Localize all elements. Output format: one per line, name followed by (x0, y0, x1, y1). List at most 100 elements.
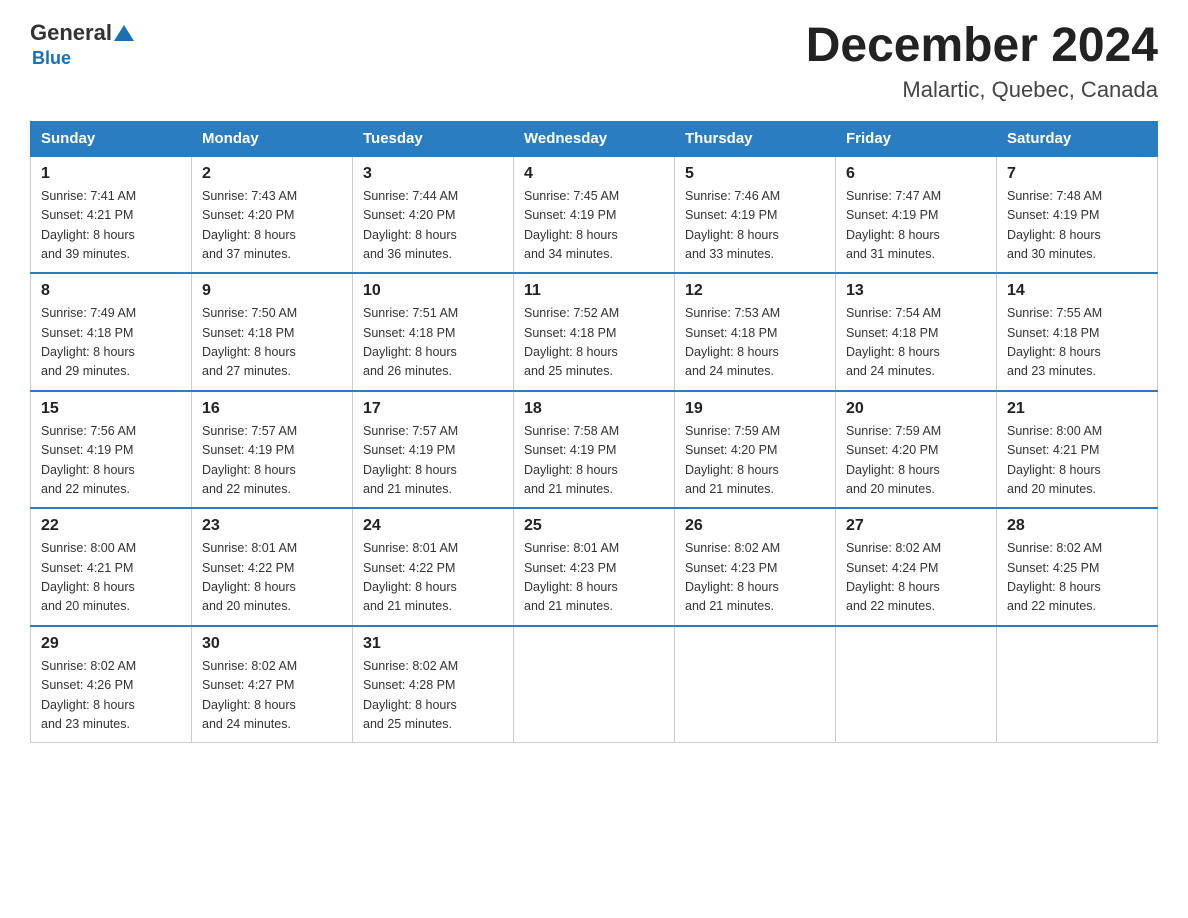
day-number: 23 (202, 517, 342, 535)
calendar-cell: 29 Sunrise: 8:02 AMSunset: 4:26 PMDaylig… (31, 626, 192, 743)
day-number: 28 (1007, 517, 1147, 535)
calendar-cell: 19 Sunrise: 7:59 AMSunset: 4:20 PMDaylig… (675, 391, 836, 509)
calendar-cell: 30 Sunrise: 8:02 AMSunset: 4:27 PMDaylig… (192, 626, 353, 743)
day-info: Sunrise: 7:59 AMSunset: 4:20 PMDaylight:… (846, 422, 986, 500)
day-number: 6 (846, 165, 986, 183)
calendar-cell: 25 Sunrise: 8:01 AMSunset: 4:23 PMDaylig… (514, 508, 675, 626)
calendar-cell: 18 Sunrise: 7:58 AMSunset: 4:19 PMDaylig… (514, 391, 675, 509)
day-number: 2 (202, 165, 342, 183)
calendar-cell: 15 Sunrise: 7:56 AMSunset: 4:19 PMDaylig… (31, 391, 192, 509)
day-info: Sunrise: 7:41 AMSunset: 4:21 PMDaylight:… (41, 187, 181, 265)
col-friday: Friday (836, 121, 997, 156)
day-number: 20 (846, 400, 986, 418)
day-info: Sunrise: 8:02 AMSunset: 4:28 PMDaylight:… (363, 657, 503, 735)
calendar-cell: 1 Sunrise: 7:41 AMSunset: 4:21 PMDayligh… (31, 156, 192, 274)
day-number: 14 (1007, 282, 1147, 300)
day-number: 19 (685, 400, 825, 418)
calendar-cell: 27 Sunrise: 8:02 AMSunset: 4:24 PMDaylig… (836, 508, 997, 626)
day-number: 18 (524, 400, 664, 418)
day-number: 8 (41, 282, 181, 300)
calendar-cell (675, 626, 836, 743)
logo-blue-text: Blue (32, 48, 71, 69)
location-subtitle: Malartic, Quebec, Canada (806, 77, 1158, 103)
col-saturday: Saturday (997, 121, 1158, 156)
col-thursday: Thursday (675, 121, 836, 156)
calendar-row-4: 22 Sunrise: 8:00 AMSunset: 4:21 PMDaylig… (31, 508, 1158, 626)
day-info: Sunrise: 7:50 AMSunset: 4:18 PMDaylight:… (202, 304, 342, 382)
calendar-cell: 17 Sunrise: 7:57 AMSunset: 4:19 PMDaylig… (353, 391, 514, 509)
calendar-row-3: 15 Sunrise: 7:56 AMSunset: 4:19 PMDaylig… (31, 391, 1158, 509)
calendar-cell: 5 Sunrise: 7:46 AMSunset: 4:19 PMDayligh… (675, 156, 836, 274)
col-monday: Monday (192, 121, 353, 156)
calendar-cell: 11 Sunrise: 7:52 AMSunset: 4:18 PMDaylig… (514, 273, 675, 391)
day-number: 11 (524, 282, 664, 300)
day-number: 1 (41, 165, 181, 183)
calendar-row-5: 29 Sunrise: 8:02 AMSunset: 4:26 PMDaylig… (31, 626, 1158, 743)
day-number: 5 (685, 165, 825, 183)
calendar-cell: 2 Sunrise: 7:43 AMSunset: 4:20 PMDayligh… (192, 156, 353, 274)
day-number: 31 (363, 635, 503, 653)
logo: General Blue (30, 20, 136, 69)
day-info: Sunrise: 7:49 AMSunset: 4:18 PMDaylight:… (41, 304, 181, 382)
day-info: Sunrise: 8:02 AMSunset: 4:27 PMDaylight:… (202, 657, 342, 735)
day-info: Sunrise: 7:57 AMSunset: 4:19 PMDaylight:… (202, 422, 342, 500)
day-info: Sunrise: 8:02 AMSunset: 4:26 PMDaylight:… (41, 657, 181, 735)
day-number: 10 (363, 282, 503, 300)
day-info: Sunrise: 7:56 AMSunset: 4:19 PMDaylight:… (41, 422, 181, 500)
day-number: 29 (41, 635, 181, 653)
day-info: Sunrise: 7:59 AMSunset: 4:20 PMDaylight:… (685, 422, 825, 500)
day-info: Sunrise: 8:02 AMSunset: 4:24 PMDaylight:… (846, 539, 986, 617)
calendar-cell (836, 626, 997, 743)
calendar-cell: 26 Sunrise: 8:02 AMSunset: 4:23 PMDaylig… (675, 508, 836, 626)
calendar-cell: 23 Sunrise: 8:01 AMSunset: 4:22 PMDaylig… (192, 508, 353, 626)
calendar-cell: 12 Sunrise: 7:53 AMSunset: 4:18 PMDaylig… (675, 273, 836, 391)
day-info: Sunrise: 7:54 AMSunset: 4:18 PMDaylight:… (846, 304, 986, 382)
day-info: Sunrise: 8:02 AMSunset: 4:23 PMDaylight:… (685, 539, 825, 617)
day-info: Sunrise: 7:46 AMSunset: 4:19 PMDaylight:… (685, 187, 825, 265)
day-info: Sunrise: 8:01 AMSunset: 4:23 PMDaylight:… (524, 539, 664, 617)
calendar-cell: 13 Sunrise: 7:54 AMSunset: 4:18 PMDaylig… (836, 273, 997, 391)
col-sunday: Sunday (31, 121, 192, 156)
day-number: 24 (363, 517, 503, 535)
day-number: 16 (202, 400, 342, 418)
header: General Blue December 2024 Malartic, Que… (30, 20, 1158, 103)
day-info: Sunrise: 7:51 AMSunset: 4:18 PMDaylight:… (363, 304, 503, 382)
day-number: 3 (363, 165, 503, 183)
day-number: 17 (363, 400, 503, 418)
calendar-cell: 4 Sunrise: 7:45 AMSunset: 4:19 PMDayligh… (514, 156, 675, 274)
day-info: Sunrise: 7:44 AMSunset: 4:20 PMDaylight:… (363, 187, 503, 265)
day-info: Sunrise: 7:48 AMSunset: 4:19 PMDaylight:… (1007, 187, 1147, 265)
day-info: Sunrise: 7:43 AMSunset: 4:20 PMDaylight:… (202, 187, 342, 265)
day-number: 27 (846, 517, 986, 535)
calendar-cell: 16 Sunrise: 7:57 AMSunset: 4:19 PMDaylig… (192, 391, 353, 509)
calendar-cell: 14 Sunrise: 7:55 AMSunset: 4:18 PMDaylig… (997, 273, 1158, 391)
day-info: Sunrise: 7:57 AMSunset: 4:19 PMDaylight:… (363, 422, 503, 500)
day-info: Sunrise: 8:01 AMSunset: 4:22 PMDaylight:… (363, 539, 503, 617)
day-info: Sunrise: 8:02 AMSunset: 4:25 PMDaylight:… (1007, 539, 1147, 617)
day-number: 7 (1007, 165, 1147, 183)
calendar-cell: 9 Sunrise: 7:50 AMSunset: 4:18 PMDayligh… (192, 273, 353, 391)
calendar-cell: 20 Sunrise: 7:59 AMSunset: 4:20 PMDaylig… (836, 391, 997, 509)
calendar-table: Sunday Monday Tuesday Wednesday Thursday… (30, 121, 1158, 744)
calendar-cell: 8 Sunrise: 7:49 AMSunset: 4:18 PMDayligh… (31, 273, 192, 391)
day-number: 26 (685, 517, 825, 535)
day-info: Sunrise: 7:47 AMSunset: 4:19 PMDaylight:… (846, 187, 986, 265)
col-wednesday: Wednesday (514, 121, 675, 156)
day-info: Sunrise: 8:00 AMSunset: 4:21 PMDaylight:… (41, 539, 181, 617)
calendar-cell: 10 Sunrise: 7:51 AMSunset: 4:18 PMDaylig… (353, 273, 514, 391)
day-number: 25 (524, 517, 664, 535)
calendar-cell: 21 Sunrise: 8:00 AMSunset: 4:21 PMDaylig… (997, 391, 1158, 509)
day-number: 15 (41, 400, 181, 418)
day-info: Sunrise: 7:52 AMSunset: 4:18 PMDaylight:… (524, 304, 664, 382)
calendar-cell (514, 626, 675, 743)
title-area: December 2024 Malartic, Quebec, Canada (806, 20, 1158, 103)
calendar-cell: 7 Sunrise: 7:48 AMSunset: 4:19 PMDayligh… (997, 156, 1158, 274)
day-number: 4 (524, 165, 664, 183)
day-info: Sunrise: 7:58 AMSunset: 4:19 PMDaylight:… (524, 422, 664, 500)
calendar-cell: 6 Sunrise: 7:47 AMSunset: 4:19 PMDayligh… (836, 156, 997, 274)
logo-general-text: General (30, 20, 112, 46)
day-number: 9 (202, 282, 342, 300)
logo-triangle-icon (114, 25, 134, 41)
day-number: 12 (685, 282, 825, 300)
day-info: Sunrise: 8:01 AMSunset: 4:22 PMDaylight:… (202, 539, 342, 617)
